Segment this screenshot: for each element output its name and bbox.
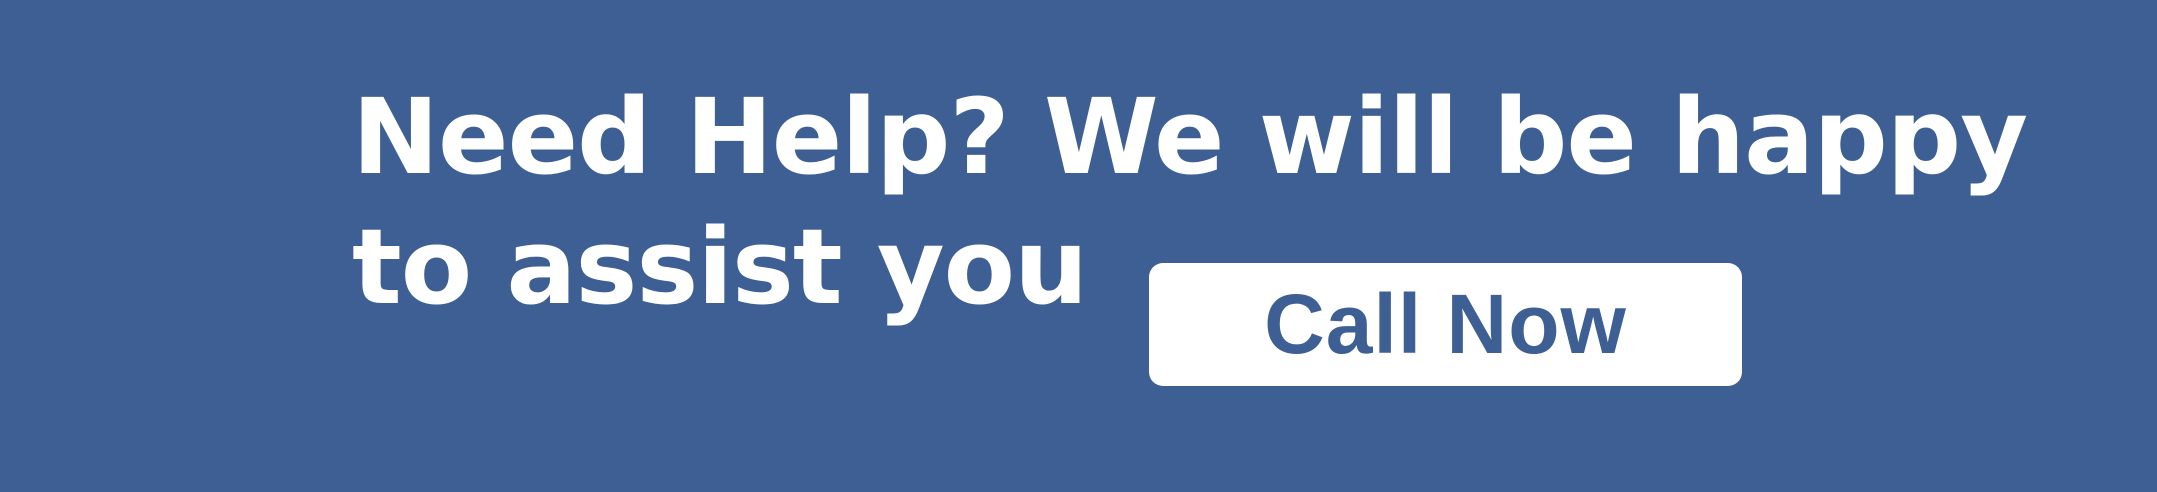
call-now-label: Call Now: [1264, 277, 1627, 371]
call-now-button[interactable]: Call Now: [1149, 263, 1742, 386]
